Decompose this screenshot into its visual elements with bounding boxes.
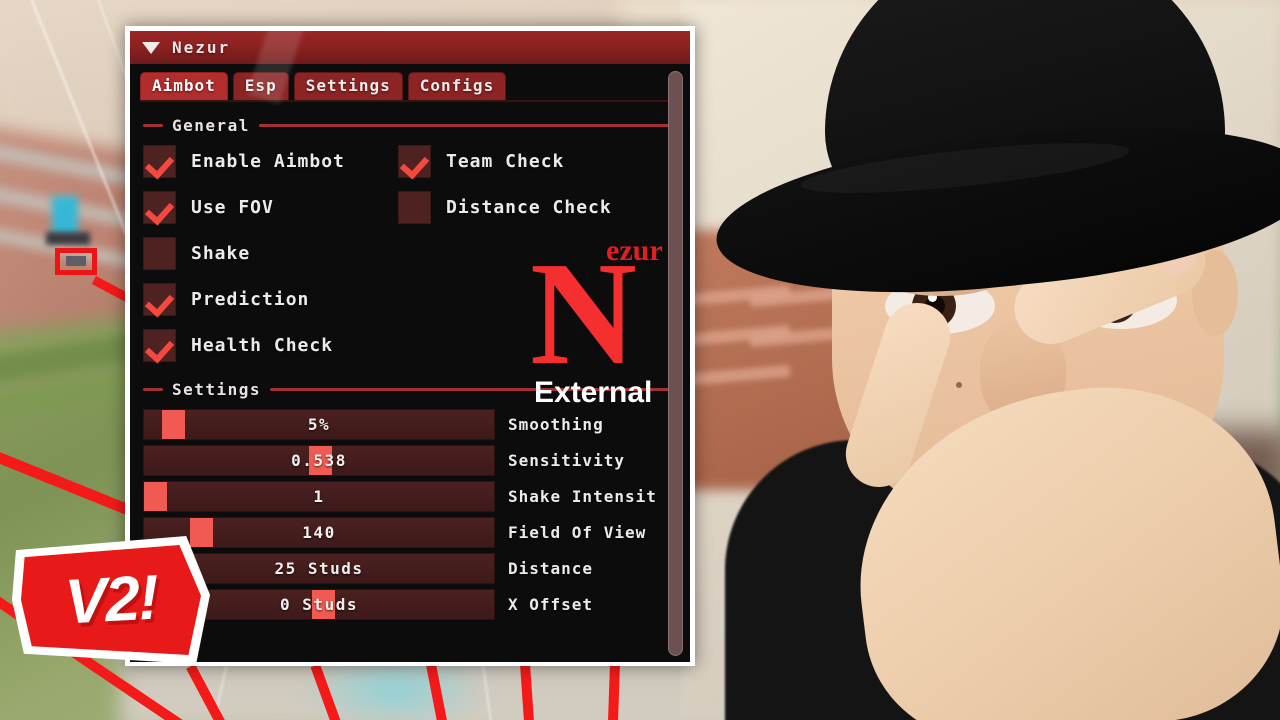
checkbox-row-shake[interactable]: Shake: [143, 237, 398, 270]
group-title-general: General: [172, 116, 250, 135]
slider-value-sensitivity: 0.538: [291, 451, 347, 470]
slider-row-distance[interactable]: 25 Studs Distance: [143, 553, 677, 584]
slider-label-smoothing: Smoothing: [508, 415, 604, 434]
checkbox-row-use-fov[interactable]: Use FOV: [143, 191, 398, 224]
triangle-down-icon[interactable]: [142, 41, 160, 54]
slider-row-field-of-view[interactable]: 140 Field Of View: [143, 517, 677, 548]
person-mole-3: [956, 382, 962, 388]
slider-row-smoothing[interactable]: 5% Smoothing: [143, 409, 677, 440]
logo-suffix: ezur: [606, 234, 663, 267]
slider-label-field-of-view: Field Of View: [508, 523, 647, 542]
group-title-settings: Settings: [172, 380, 262, 399]
general-left-column: Enable Aimbot Use FOV Shake Prediction H: [143, 145, 398, 362]
tab-configs[interactable]: Configs: [407, 72, 507, 100]
checkbox-label-distance-check: Distance Check: [446, 197, 612, 218]
checkbox-label-prediction: Prediction: [191, 289, 310, 310]
slider-track-smoothing[interactable]: 5%: [143, 409, 495, 440]
red-streak-8: [607, 663, 620, 720]
tab-settings[interactable]: Settings: [293, 72, 403, 100]
group-dash-icon-settings: [143, 388, 163, 391]
group-dash-icon: [143, 124, 163, 127]
checkbox-label-team-check: Team Check: [446, 151, 565, 172]
tab-aimbot[interactable]: Aimbot: [140, 72, 228, 100]
slider-label-x-offset: X Offset: [508, 595, 594, 614]
slider-value-smoothing: 5%: [307, 415, 331, 434]
logo-subtitle: External: [534, 376, 653, 409]
checkbox-label-shake: Shake: [191, 243, 251, 264]
slider-row-sensitivity[interactable]: 0.538 Sensitivity: [143, 445, 677, 476]
checkbox-row-distance-check[interactable]: Distance Check: [398, 191, 658, 224]
group-rule: [258, 124, 677, 127]
checkbox-prediction[interactable]: [143, 283, 176, 316]
settings-slider-list: 5% Smoothing 0.538 Sensitivity 1 Shake I…: [143, 409, 677, 620]
nezur-logo: N ezur External: [530, 228, 690, 409]
version-badge: V2!: [12, 536, 210, 664]
window-titlebar[interactable]: Nezur: [130, 31, 690, 105]
slider-value-shake-intensity: 1: [313, 487, 325, 506]
checkbox-use-fov[interactable]: [143, 191, 176, 224]
tab-bar[interactable]: Aimbot Esp Settings Configs: [130, 64, 690, 100]
checkbox-health-check[interactable]: [143, 329, 176, 362]
checkbox-team-check[interactable]: [398, 145, 431, 178]
slider-label-sensitivity: Sensitivity: [508, 451, 625, 470]
badge-label: V2!: [63, 562, 159, 638]
scene-dark-bar: [46, 232, 90, 245]
checkbox-row-enable-aimbot[interactable]: Enable Aimbot: [143, 145, 398, 178]
checkbox-distance-check[interactable]: [398, 191, 431, 224]
checkbox-label-use-fov: Use FOV: [191, 197, 274, 218]
slider-row-shake-intensity[interactable]: 1 Shake Intensit: [143, 481, 677, 512]
group-header-general: General: [143, 116, 677, 135]
slider-track-shake-intensity[interactable]: 1: [143, 481, 495, 512]
checkbox-enable-aimbot[interactable]: [143, 145, 176, 178]
slider-row-x-offset[interactable]: 0 Studs X Offset: [143, 589, 677, 620]
checkbox-label-enable-aimbot: Enable Aimbot: [191, 151, 345, 172]
creator-photo: [680, 0, 1280, 720]
esp-box-fill: [66, 256, 86, 266]
checkbox-label-health-check: Health Check: [191, 335, 334, 356]
checkbox-row-team-check[interactable]: Team Check: [398, 145, 658, 178]
slider-label-distance: Distance: [508, 559, 594, 578]
checkbox-row-health-check[interactable]: Health Check: [143, 329, 398, 362]
window-title: Nezur: [172, 38, 231, 57]
checkbox-row-prediction[interactable]: Prediction: [143, 283, 398, 316]
scene-cyan-block: [52, 196, 78, 236]
slider-label-shake-intensity: Shake Intensit: [508, 487, 657, 506]
checkbox-shake[interactable]: [143, 237, 176, 270]
slider-track-sensitivity[interactable]: 0.538: [143, 445, 495, 476]
